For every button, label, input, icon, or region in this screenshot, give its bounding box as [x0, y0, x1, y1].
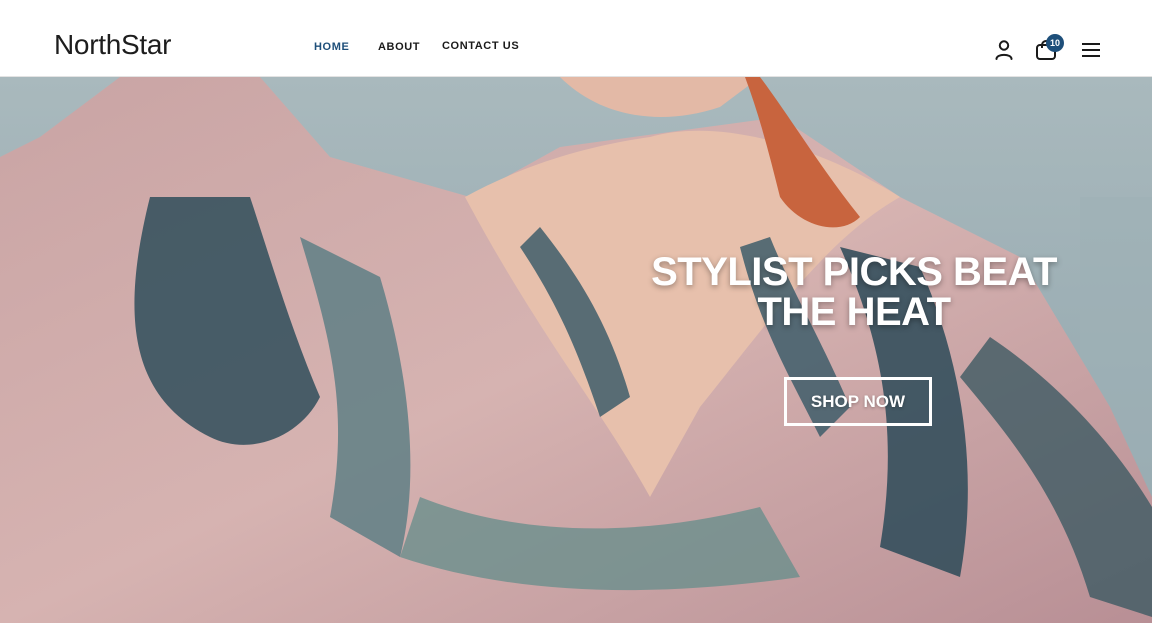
nav-item-home[interactable]: HOME	[314, 40, 349, 54]
nav-item-about[interactable]: ABOUT	[378, 40, 420, 54]
hero-title: STYLIST PICKS BEAT THE HEAT	[651, 250, 1057, 334]
hero-banner: STYLIST PICKS BEAT THE HEAT SHOP NOW	[0, 77, 1152, 623]
brand-logo[interactable]: NorthStar	[54, 28, 171, 62]
shop-now-button[interactable]: SHOP NOW	[784, 377, 932, 426]
cart-count-badge: 10	[1046, 34, 1064, 52]
site-header: NorthStar HOME ABOUT CONTACT US 10	[0, 0, 1152, 77]
menu-button[interactable]	[1081, 42, 1101, 63]
account-button[interactable]	[994, 39, 1014, 66]
person-icon	[995, 40, 1013, 60]
nav-item-contact-us[interactable]: CONTACT US	[442, 39, 519, 53]
hero-image	[0, 77, 1152, 623]
hamburger-menu-icon	[1082, 43, 1100, 57]
